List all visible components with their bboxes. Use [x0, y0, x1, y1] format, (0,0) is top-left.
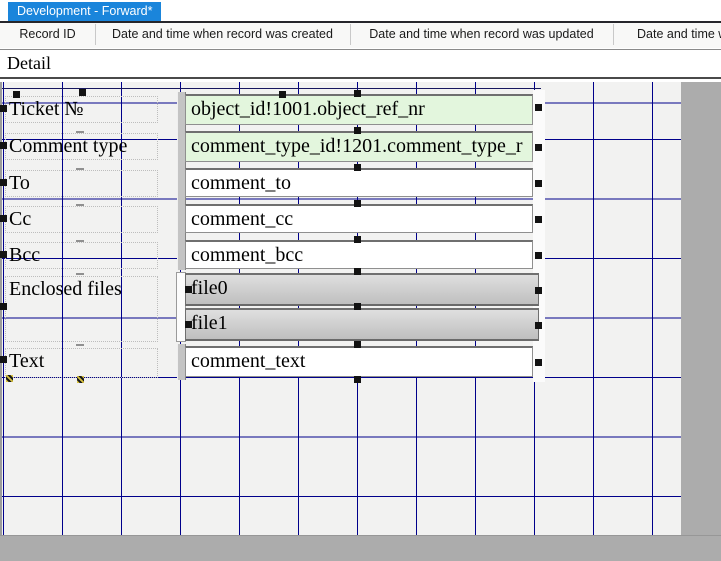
selection-handle[interactable]: [0, 179, 7, 186]
label-box-tick: [76, 344, 84, 346]
selection-handle[interactable]: [354, 90, 361, 97]
selection-handle[interactable]: [0, 303, 7, 310]
selection-handle[interactable]: [79, 89, 86, 96]
field-comment-bcc[interactable]: comment_bcc: [185, 240, 533, 269]
column-header-created[interactable]: Date and time when record was created: [95, 24, 351, 45]
selection-handle[interactable]: [535, 252, 542, 259]
column-header-updated[interactable]: Date and time when record was updated: [350, 24, 614, 45]
label-to[interactable]: To: [5, 170, 158, 197]
label-text[interactable]: Text: [5, 348, 158, 378]
selection-handle[interactable]: [0, 356, 7, 363]
field-file0[interactable]: file0: [185, 273, 539, 306]
tab-strip: Development - Forward*: [0, 0, 721, 21]
tab-development-forward[interactable]: Development - Forward*: [8, 2, 161, 21]
label-enclosed-files[interactable]: Enclosed files: [5, 276, 158, 342]
selection-handle[interactable]: [535, 287, 542, 294]
field-file1[interactable]: file1: [185, 308, 539, 341]
selection-handle[interactable]: [535, 144, 542, 151]
right-gutter: [681, 82, 721, 561]
selection-handle[interactable]: [185, 321, 192, 328]
label-box-tick: [76, 131, 84, 133]
selection-handle[interactable]: [535, 180, 542, 187]
field-comment-type-ref[interactable]: comment_type_id!1201.comment_type_r: [185, 131, 533, 162]
selection-handle-locked[interactable]: [77, 376, 84, 383]
selection-handle[interactable]: [13, 91, 20, 98]
field-comment-to[interactable]: comment_to: [185, 168, 533, 197]
label-ticket-no[interactable]: Ticket №: [5, 96, 158, 123]
selection-handle[interactable]: [185, 286, 192, 293]
selection-handle[interactable]: [354, 164, 361, 171]
selection-handle[interactable]: [354, 127, 361, 134]
selection-handle[interactable]: [0, 215, 7, 222]
label-box-tick: [76, 168, 84, 170]
label-comment-type[interactable]: Comment type: [5, 133, 158, 160]
selection-handle[interactable]: [354, 376, 361, 383]
label-box-tick: [76, 273, 84, 275]
detail-band-header[interactable]: Detail: [0, 49, 721, 79]
detail-band-label: Detail: [7, 53, 51, 74]
selection-handle[interactable]: [535, 322, 542, 329]
selection-handle[interactable]: [354, 200, 361, 207]
selection-handle[interactable]: [0, 142, 7, 149]
column-header-row: Record ID Date and time when record was …: [0, 23, 721, 48]
selection-handle[interactable]: [354, 303, 361, 310]
selection-handle[interactable]: [535, 216, 542, 223]
column-header-record-id[interactable]: Record ID: [0, 24, 96, 45]
selection-handle[interactable]: [535, 359, 542, 366]
selection-handle[interactable]: [0, 251, 7, 258]
selection-handle-locked[interactable]: [6, 375, 13, 382]
field-object-ref-nr[interactable]: object_id!1001.object_ref_nr: [185, 94, 533, 125]
field-comment-text[interactable]: comment_text: [185, 346, 533, 377]
field-comment-cc[interactable]: comment_cc: [185, 204, 533, 233]
column-header-clipped[interactable]: Date and time w: [613, 24, 721, 45]
selection-handle[interactable]: [279, 91, 286, 98]
selection-handle[interactable]: [354, 341, 361, 348]
label-bcc[interactable]: Bcc: [5, 242, 158, 269]
bottom-bar: [0, 535, 721, 561]
selection-handle[interactable]: [535, 104, 542, 111]
selection-handle[interactable]: [354, 268, 361, 275]
datawindow-designer: Development - Forward* Record ID Date an…: [0, 0, 721, 561]
selection-handle[interactable]: [0, 105, 7, 112]
selection-handle[interactable]: [354, 236, 361, 243]
label-box-tick: [76, 204, 84, 206]
label-cc[interactable]: Cc: [5, 206, 158, 233]
label-box-tick: [76, 240, 84, 242]
